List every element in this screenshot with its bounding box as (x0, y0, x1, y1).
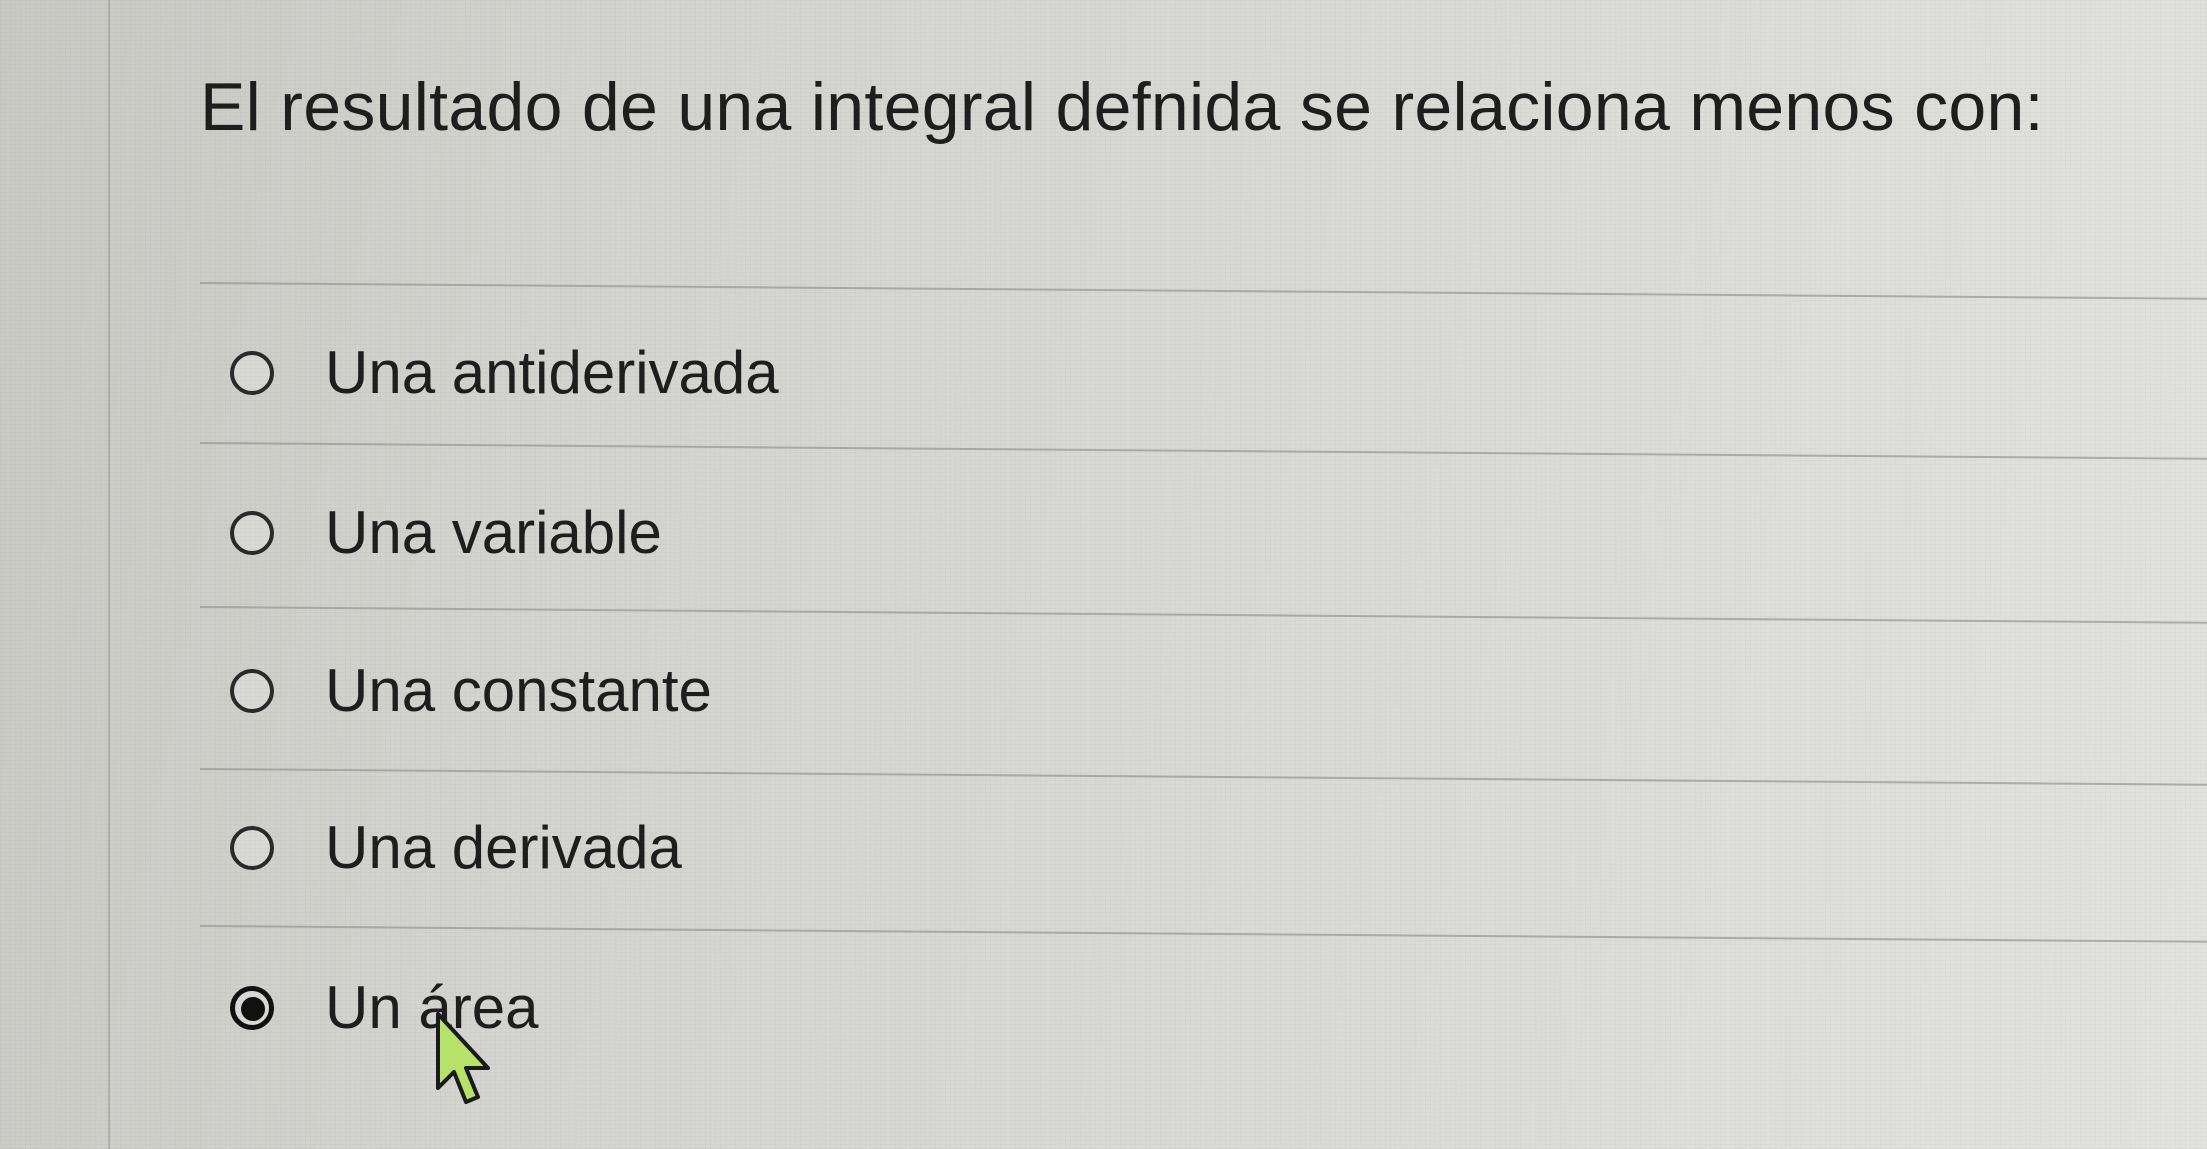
radio-button-selected[interactable] (230, 986, 274, 1030)
option-una-variable[interactable]: Una variable (225, 490, 1625, 580)
option-label: Una antiderivada (325, 339, 779, 406)
separator (199, 282, 2207, 300)
radio-button[interactable] (230, 826, 274, 870)
question-text: El resultado de una integral defnida se … (200, 69, 2044, 145)
separator (199, 442, 2207, 460)
radio-button[interactable] (230, 669, 274, 713)
separator (199, 768, 2207, 786)
option-label: Una constante (325, 657, 712, 724)
option-una-antiderivada[interactable]: Una antiderivada (225, 330, 1625, 420)
separator (199, 606, 2207, 624)
option-label: Una variable (325, 499, 662, 566)
mouse-pointer-icon (436, 1012, 490, 1104)
quiz-question: El resultado de una integral defnida se … (0, 0, 2207, 1149)
radio-button[interactable] (230, 351, 274, 395)
radio-button[interactable] (230, 511, 274, 555)
option-una-derivada[interactable]: Una derivada (225, 805, 1625, 895)
separator (199, 925, 2207, 943)
option-una-constante[interactable]: Una constante (225, 648, 1625, 738)
option-label: Una derivada (325, 814, 682, 881)
